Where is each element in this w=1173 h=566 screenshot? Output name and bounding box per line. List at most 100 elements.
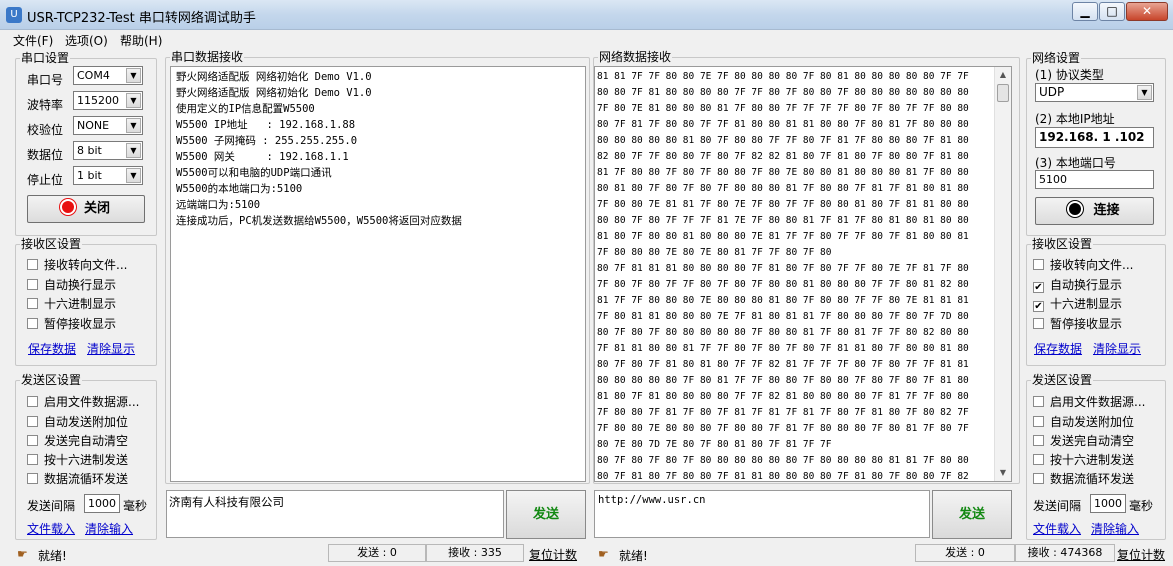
checkbox[interactable]	[1033, 396, 1044, 407]
serial-tx-option-hex[interactable]: 按十六进制发送	[27, 453, 128, 467]
checkbox[interactable]	[27, 259, 38, 270]
net-send-button[interactable]: 发送	[932, 490, 1012, 539]
net-tx-option-append[interactable]: 自动发送附加位	[1033, 415, 1134, 429]
menu-help[interactable]: 帮助(H)	[120, 32, 162, 49]
net-tx-option-autoclear[interactable]: 发送完自动清空	[1033, 434, 1134, 448]
scroll-down-icon[interactable]: ▼	[995, 465, 1011, 481]
net-tx-option-loop[interactable]: 数据流循环发送	[1033, 472, 1134, 486]
net-tx-textarea[interactable]: http://www.usr.cn	[594, 490, 930, 538]
checkbox[interactable]	[1033, 318, 1044, 329]
scroll-up-icon[interactable]: ▲	[995, 67, 1011, 83]
checkbox[interactable]	[27, 396, 38, 407]
serial-interval-input[interactable]: 1000	[84, 494, 120, 513]
serial-rx-option-autowrap[interactable]: 自动换行显示	[27, 278, 116, 292]
local-port-label: (3) 本地端口号	[1035, 156, 1116, 170]
checkbox[interactable]	[1033, 259, 1044, 270]
serial-rx-option-file[interactable]: 接收转向文件...	[27, 258, 127, 272]
net-rx-line: 7F 80 80 7F 81 7F 80 7F 81 7F 81 7F 81 7…	[597, 407, 969, 418]
net-rx-line: 7F 81 81 80 80 81 7F 7F 80 7F 80 7F 80 7…	[597, 343, 969, 354]
serial-settings-title: 串口设置	[20, 51, 71, 65]
connect-button[interactable]: 连接	[1035, 197, 1154, 225]
serial-rx-option-hex[interactable]: 十六进制显示	[27, 297, 116, 311]
net-save-data-link[interactable]: 保存数据	[1034, 340, 1082, 357]
checkbox[interactable]	[1033, 473, 1044, 484]
port-select[interactable]: COM4 ▼	[73, 66, 143, 85]
checkbox[interactable]	[1033, 435, 1044, 446]
baud-select[interactable]: 115200 ▼	[73, 91, 143, 110]
checkbox[interactable]	[27, 473, 38, 484]
serial-rx-line: W5500可以和电脑的UDP端口通讯	[176, 167, 332, 179]
checkbox[interactable]	[27, 435, 38, 446]
close-window-button[interactable]: ✕	[1126, 2, 1168, 21]
serial-file-load-link[interactable]: 文件载入	[27, 520, 75, 537]
serial-save-data-link[interactable]: 保存数据	[28, 340, 76, 357]
net-rx-textarea[interactable]: ▲ ▼ 81 81 7F 7F 80 80 7E 7F 80 80 80 80 …	[594, 66, 1012, 482]
checkbox[interactable]: ✔	[1033, 301, 1044, 312]
local-ip-input[interactable]: 192.168. 1 .102	[1035, 127, 1154, 148]
net-tx-option-hex[interactable]: 按十六进制发送	[1033, 453, 1134, 467]
net-rx-option-pause[interactable]: 暂停接收显示	[1033, 317, 1122, 331]
stopbits-label: 停止位	[27, 173, 64, 187]
net-rx-option-autowrap[interactable]: ✔ 自动换行显示	[1033, 278, 1122, 293]
checkbox[interactable]	[1033, 454, 1044, 465]
menu-file[interactable]: 文件(F)	[13, 32, 53, 49]
serial-rx-line: 远端端口为:5100	[176, 199, 261, 211]
net-rx-line: 80 80 80 80 80 81 80 7F 80 80 7F 7F 80 7…	[597, 135, 969, 146]
databits-select[interactable]: 8 bit ▼	[73, 141, 143, 160]
net-status-text: 就绪!	[619, 549, 648, 563]
net-rx-line: 7F 80 7F 80 7F 7F 80 7F 80 7F 80 80 81 8…	[597, 279, 969, 290]
net-clear-display-link[interactable]: 清除显示	[1093, 340, 1141, 357]
parity-select[interactable]: NONE ▼	[73, 116, 143, 135]
checkbox[interactable]	[27, 454, 38, 465]
checkbox[interactable]	[1033, 416, 1044, 427]
serial-rx-option-pause[interactable]: 暂停接收显示	[27, 317, 116, 331]
scroll-thumb[interactable]	[997, 84, 1009, 102]
title-bar: U USR-TCP232-Test 串口转网络调试助手 ▁ □ ✕	[0, 0, 1173, 30]
net-rx-line: 7F 80 81 81 80 80 80 7E 7F 81 80 81 81 7…	[597, 311, 969, 322]
serial-rx-line: W5500 子网掩码 : 255.255.255.0	[176, 135, 358, 147]
maximize-button[interactable]: □	[1099, 2, 1125, 21]
stopbits-select[interactable]: 1 bit ▼	[73, 166, 143, 185]
serial-tx-option-autoclear[interactable]: 发送完自动清空	[27, 434, 128, 448]
net-rx-option-file[interactable]: 接收转向文件...	[1033, 258, 1133, 272]
net-clear-input-link[interactable]: 清除输入	[1091, 520, 1139, 537]
checkbox[interactable]	[27, 416, 38, 427]
net-interval-input[interactable]: 1000	[1090, 494, 1126, 513]
net-file-load-link[interactable]: 文件载入	[1033, 520, 1081, 537]
checkbox[interactable]: ✔	[1033, 282, 1044, 293]
serial-status-text: 就绪!	[38, 549, 67, 563]
serial-clear-input-link[interactable]: 清除输入	[85, 520, 133, 537]
local-port-input[interactable]: 5100	[1035, 170, 1154, 189]
protocol-select[interactable]: UDP ▼	[1035, 83, 1154, 102]
net-sent-count: 发送 : 0	[915, 544, 1015, 562]
serial-tx-option-append[interactable]: 自动发送附加位	[27, 415, 128, 429]
checkbox[interactable]	[27, 298, 38, 309]
serial-send-button[interactable]: 发送	[506, 490, 586, 539]
serial-tx-option-file[interactable]: 启用文件数据源...	[27, 395, 139, 409]
serial-reset-count-button[interactable]: 复位计数	[529, 546, 577, 565]
net-tx-option-file[interactable]: 启用文件数据源...	[1033, 395, 1145, 409]
chevron-down-icon: ▼	[126, 168, 141, 183]
hand-icon: ☛	[17, 547, 28, 561]
net-reset-count-button[interactable]: 复位计数	[1117, 546, 1165, 565]
net-tx-settings-title: 发送区设置	[1031, 373, 1094, 387]
net-rx-line: 81 81 7F 7F 80 80 7E 7F 80 80 80 80 7F 8…	[597, 71, 969, 82]
checkbox[interactable]	[27, 279, 38, 290]
net-settings-title: 网络设置	[1031, 51, 1082, 65]
net-rx-scrollbar[interactable]: ▲ ▼	[994, 67, 1011, 481]
net-interval-unit: 毫秒	[1129, 499, 1154, 513]
serial-clear-display-link[interactable]: 清除显示	[87, 340, 135, 357]
close-port-button[interactable]: 关闭	[27, 195, 145, 223]
serial-sent-count: 发送 : 0	[328, 544, 426, 562]
minimize-button[interactable]: ▁	[1072, 2, 1098, 21]
record-icon	[1069, 203, 1082, 215]
serial-tx-option-loop[interactable]: 数据流循环发送	[27, 472, 128, 486]
checkbox[interactable]	[27, 318, 38, 329]
serial-tx-textarea[interactable]: 济南有人科技有限公司	[166, 490, 504, 538]
net-rx-option-hex[interactable]: ✔ 十六进制显示	[1033, 297, 1122, 312]
app-icon: U	[6, 7, 22, 23]
serial-rx-textarea[interactable]: 野火网络适配版 网络初始化 Demo V1.0 野火网络适配版 网络初始化 Dem…	[170, 66, 586, 482]
databits-label: 数据位	[27, 148, 64, 162]
menu-options[interactable]: 选项(O)	[65, 32, 108, 49]
serial-rx-title: 串口数据接收	[170, 50, 245, 64]
